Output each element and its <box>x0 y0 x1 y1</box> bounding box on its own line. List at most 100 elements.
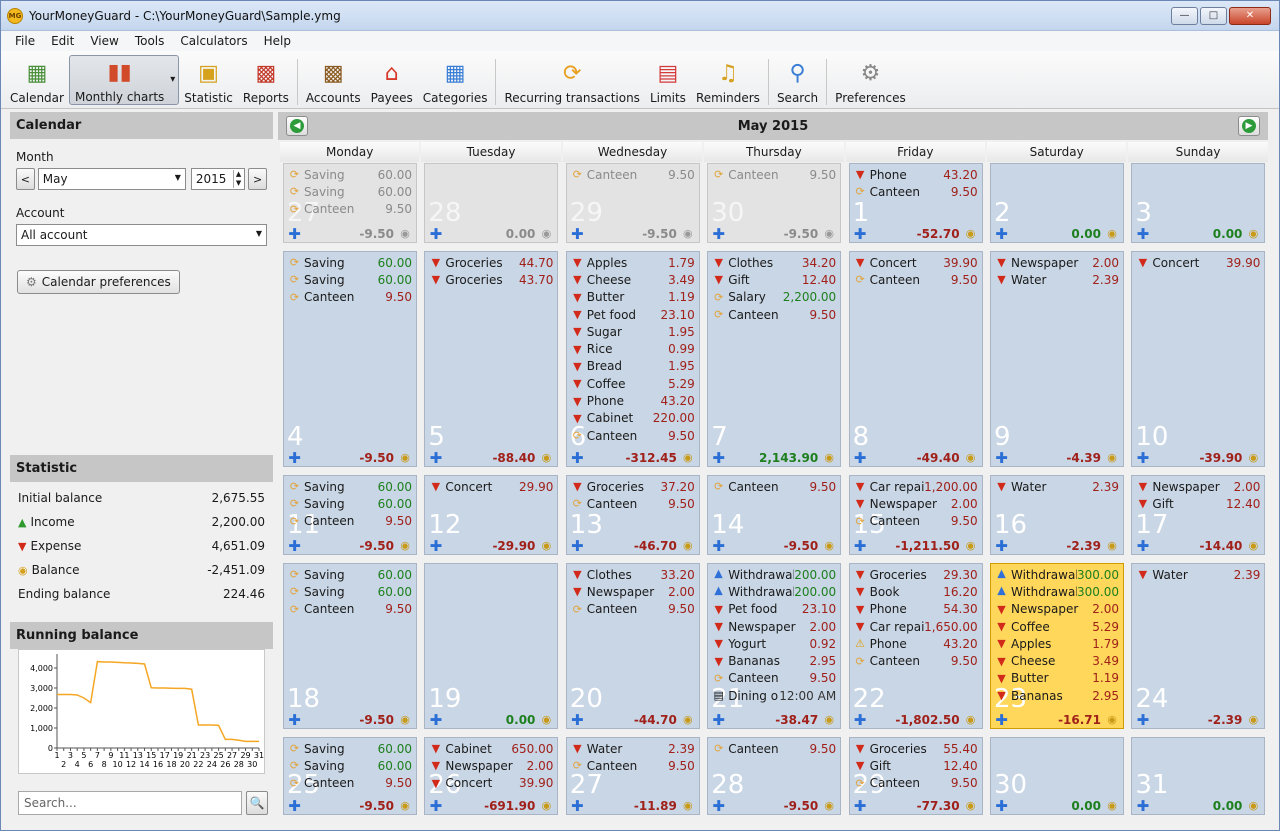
transaction-row[interactable]: ⚠ Phone 43.20 <box>850 635 982 652</box>
day-cell[interactable]: 3 ✚ 0.00 ◉ <box>1131 163 1266 243</box>
transaction-row[interactable]: ▼ Groceries 29.30 <box>850 566 982 583</box>
transaction-row[interactable]: ⟳ Saving 60.00 <box>284 566 416 583</box>
toolbar-reports-button[interactable]: ▩ Reports <box>238 55 294 106</box>
add-transaction-icon[interactable]: ✚ <box>288 711 301 729</box>
day-cell[interactable]: ▼ Groceries 37.20 ⟳ Canteen 9.50 13 ✚ -46.70 ◉ <box>565 475 700 555</box>
add-transaction-icon[interactable]: ✚ <box>712 711 725 729</box>
transaction-row[interactable]: ▼ Water 2.39 <box>567 740 699 757</box>
transaction-row[interactable]: ⟳ Saving 60.00 <box>284 495 416 512</box>
day-cell[interactable]: ⟳ Saving 60.00 ⟳ Saving 60.00 ⟳ Canteen 9.50 27 ✚ -… <box>283 163 417 243</box>
transaction-row[interactable]: ⟳ Canteen 9.50 <box>284 601 416 618</box>
spinner-arrows-icon[interactable]: ▲ ▼ <box>232 170 243 188</box>
add-transaction-icon[interactable]: ✚ <box>854 449 867 467</box>
add-transaction-icon[interactable]: ✚ <box>995 537 1008 555</box>
day-cell[interactable]: ▼ Groceries 55.40 ▼ Gift 12.40 ⟳ Canteen 9.50 29 ✚… <box>848 737 983 815</box>
transaction-row[interactable]: ▼ Newspaper 2.00 <box>708 618 840 635</box>
add-transaction-icon[interactable]: ✚ <box>571 711 584 729</box>
day-cell[interactable]: ▼ Newspaper 2.00 ▼ Water 2.39 9 ✚ -4.39 ◉ <box>990 251 1124 467</box>
transaction-row[interactable]: ⟳ Canteen 9.50 <box>567 757 699 774</box>
prev-month-button[interactable]: < <box>16 168 35 190</box>
transaction-row[interactable]: ▼ Cabinet 220.00 <box>567 410 699 427</box>
transaction-row[interactable]: ▼ Withdrawal 300.00 <box>991 566 1123 583</box>
transaction-row[interactable]: ▼ Withdrawal 200.00 <box>708 566 840 583</box>
add-transaction-icon[interactable]: ✚ <box>571 449 584 467</box>
add-transaction-icon[interactable]: ✚ <box>854 797 867 815</box>
transaction-row[interactable]: ▼ Concert 29.90 <box>425 478 557 495</box>
menu-tools[interactable]: Tools <box>127 34 173 48</box>
day-cell[interactable]: 31 ✚ 0.00 ◉ <box>1131 737 1266 815</box>
transaction-row[interactable]: ⟳ Canteen 9.50 <box>708 670 840 687</box>
transaction-row[interactable]: ▼ Bananas 2.95 <box>991 687 1123 704</box>
transaction-row[interactable]: ⟳ Canteen 9.50 <box>850 652 982 669</box>
account-select[interactable]: All account ▼ <box>16 224 267 246</box>
transaction-row[interactable]: ⟳ Salary 2,200.00 <box>708 289 840 306</box>
transaction-row[interactable]: ▼ Bread 1.95 <box>567 358 699 375</box>
transaction-row[interactable]: ▼ Rice 0.99 <box>567 340 699 357</box>
add-transaction-icon[interactable]: ✚ <box>571 537 584 555</box>
transaction-row[interactable]: ▼ Newspaper 2.00 <box>991 254 1123 271</box>
transaction-row[interactable]: ▼ Butter 1.19 <box>567 289 699 306</box>
close-button[interactable]: ✕ <box>1229 6 1271 25</box>
toolbar-limits-button[interactable]: ▤ Limits <box>645 55 691 106</box>
transaction-row[interactable]: ▼ Coffee 5.29 <box>567 375 699 392</box>
add-transaction-icon[interactable]: ✚ <box>1136 537 1150 555</box>
day-cell[interactable]: ▼ Newspaper 2.00 ▼ Gift 12.40 17 ✚ -14.40 ◉ <box>1131 475 1266 555</box>
transaction-row[interactable]: ⟳ Saving 60.00 <box>284 583 416 600</box>
transaction-row[interactable]: ▼ Newspaper 2.00 <box>850 495 982 512</box>
year-spinner[interactable]: 2015 ▲ ▼ <box>190 168 246 190</box>
chevron-down-icon[interactable]: ▾ <box>170 74 175 85</box>
menu-view[interactable]: View <box>82 34 126 48</box>
transaction-row[interactable]: ▼ Coffee 5.29 <box>991 618 1123 635</box>
day-cell[interactable]: 30 ✚ 0.00 ◉ <box>990 737 1124 815</box>
transaction-row[interactable]: ▼ Book 16.20 <box>850 583 982 600</box>
transaction-row[interactable]: ⟳ Saving 60.00 <box>284 757 416 774</box>
transaction-row[interactable]: ⟳ Saving 60.00 <box>284 254 416 271</box>
day-cell[interactable]: ⟳ Saving 60.00 ⟳ Saving 60.00 ⟳ Canteen 9.50 11 ✚ -… <box>283 475 417 555</box>
add-transaction-icon[interactable]: ✚ <box>995 225 1008 243</box>
toolbar-recurring-transactions-button[interactable]: ⟳ Recurring transactions <box>499 55 644 106</box>
search-input[interactable]: Search... <box>18 791 242 815</box>
transaction-row[interactable]: ⟳ Canteen 9.50 <box>284 775 416 792</box>
transaction-row[interactable]: ▼ Groceries 44.70 <box>425 254 557 271</box>
transaction-row[interactable]: ▼ Pet food 23.10 <box>708 601 840 618</box>
transaction-row[interactable]: ⟳ Canteen 9.50 <box>850 271 982 288</box>
day-cell[interactable]: ▼ Groceries 29.30 ▼ Book 16.20 ▼ Phone 54.30 ▼ Car… <box>848 563 983 729</box>
toolbar-search-button[interactable]: ⚲ Search <box>772 55 823 106</box>
minimize-button[interactable]: — <box>1171 6 1198 25</box>
transaction-row[interactable]: ⟳ Canteen 9.50 <box>284 201 416 218</box>
toolbar-monthly-charts-button[interactable]: ▮▮ Monthly charts ▾ <box>68 55 180 105</box>
transaction-row[interactable]: ▼ Clothes 34.20 <box>708 254 840 271</box>
day-cell[interactable]: 19 ✚ 0.00 ◉ <box>424 563 559 729</box>
add-transaction-icon[interactable]: ✚ <box>995 449 1008 467</box>
day-cell[interactable]: ▼ Phone 43.20 ⟳ Canteen 9.50 1 ✚ -52.70 ◉ <box>848 163 983 243</box>
day-cell[interactable]: ⟳ Canteen 9.50 28 ✚ -9.50 ◉ <box>707 737 842 815</box>
transaction-row[interactable]: ▼ Yogurt 0.92 <box>708 635 840 652</box>
add-transaction-icon[interactable]: ✚ <box>854 225 867 243</box>
transaction-row[interactable]: ⟳ Saving 60.00 <box>284 183 416 200</box>
transaction-row[interactable]: ▼ Concert 39.90 <box>1132 254 1264 271</box>
day-cell[interactable]: ▼ Concert 39.90 10 ✚ -39.90 ◉ <box>1131 251 1266 467</box>
add-transaction-icon[interactable]: ✚ <box>429 797 443 815</box>
add-transaction-icon[interactable]: ✚ <box>571 225 584 243</box>
day-cell[interactable]: ▼ Withdrawal 300.00 ▼ Withdrawal 300.00 ▼ Newsp… <box>990 563 1124 729</box>
add-transaction-icon[interactable]: ✚ <box>712 449 725 467</box>
transaction-row[interactable]: ⟳ Canteen 9.50 <box>850 775 982 792</box>
toolbar-categories-button[interactable]: ▦ Categories <box>418 55 493 106</box>
transaction-row[interactable]: ▼ Concert 39.90 <box>850 254 982 271</box>
day-cell[interactable]: 28 ✚ 0.00 ◉ <box>424 163 559 243</box>
add-transaction-icon[interactable]: ✚ <box>712 225 725 243</box>
day-cell[interactable]: ⟳ Saving 60.00 ⟳ Saving 60.00 ⟳ Canteen 9.50 25 ✚ -… <box>283 737 417 815</box>
transaction-row[interactable]: ⟳ Canteen 9.50 <box>567 601 699 618</box>
transaction-row[interactable]: ▼ Car repair 1,200.00 <box>850 478 982 495</box>
transaction-row[interactable]: ▼ Phone 54.30 <box>850 601 982 618</box>
add-transaction-icon[interactable]: ✚ <box>429 537 443 555</box>
add-transaction-icon[interactable]: ✚ <box>429 225 443 243</box>
add-transaction-icon[interactable]: ✚ <box>571 797 584 815</box>
transaction-row[interactable]: ▼ Apples 1.79 <box>567 254 699 271</box>
transaction-row[interactable]: ⟳ Canteen 9.50 <box>284 289 416 306</box>
toolbar-payees-button[interactable]: ⌂ Payees <box>366 55 418 106</box>
prev-month-nav-button[interactable]: ◀ <box>286 116 308 136</box>
transaction-row[interactable]: ▼ Newspaper 2.00 <box>567 583 699 600</box>
maximize-button[interactable]: □ <box>1200 6 1227 25</box>
transaction-row[interactable]: ▼ Water 2.39 <box>991 271 1123 288</box>
